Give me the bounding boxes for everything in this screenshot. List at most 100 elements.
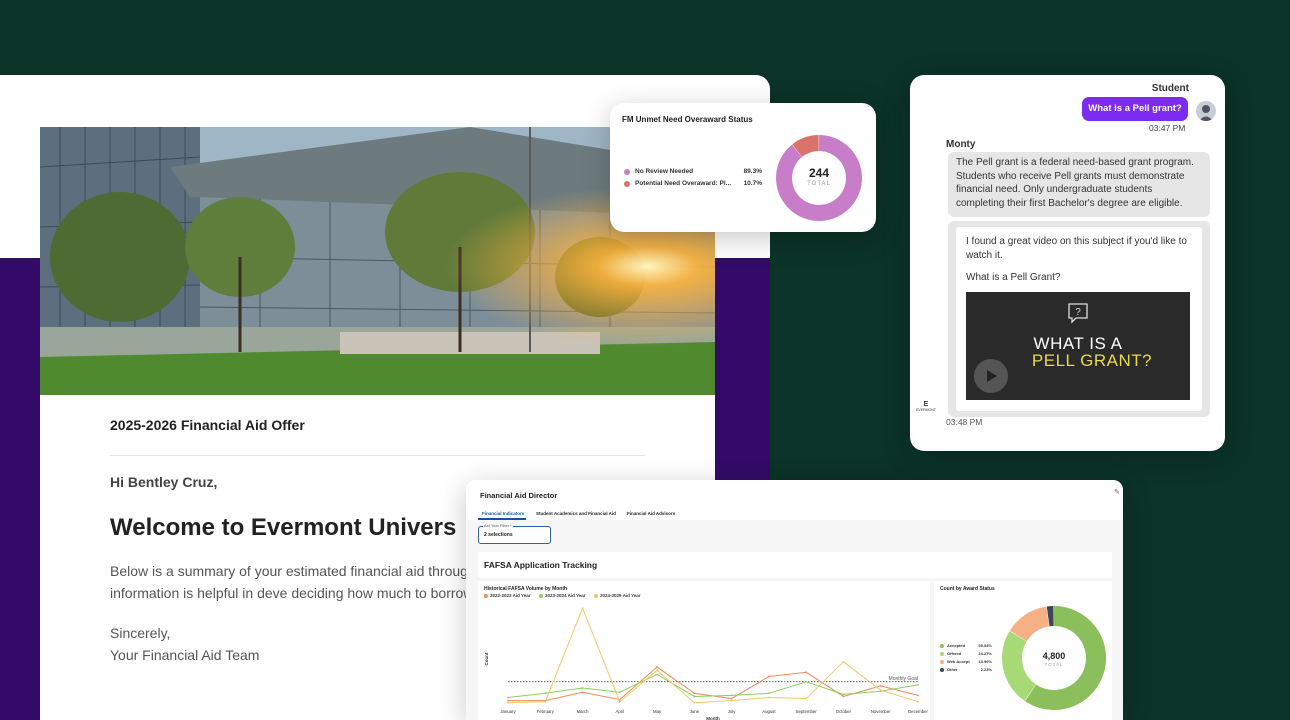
legend-dot bbox=[940, 651, 944, 656]
data-point bbox=[618, 691, 621, 694]
x-axis-label: Month bbox=[706, 716, 720, 720]
offer-title: 2025-2026 Financial Aid Offer bbox=[110, 417, 645, 456]
section-title: FAFSA Application Tracking bbox=[484, 560, 598, 570]
svg-text:?: ? bbox=[1075, 307, 1081, 318]
data-point bbox=[842, 695, 845, 698]
data-point bbox=[842, 660, 845, 663]
financial-aid-dashboard: Financial Aid Director Financial Indicat… bbox=[466, 480, 1123, 720]
legend-dot bbox=[940, 667, 944, 672]
data-point bbox=[842, 693, 845, 696]
tab-student-academics[interactable]: Student Academics and Financial Aid bbox=[536, 511, 616, 516]
award-donut-slice bbox=[1009, 606, 1050, 642]
data-point bbox=[656, 669, 658, 672]
video-intro-text: I found a great video on this subject if… bbox=[966, 236, 1187, 261]
fm-legend-item[interactable]: No Review Needed 89.3% bbox=[624, 168, 762, 175]
fm-donut-slice bbox=[792, 135, 820, 158]
fm-legend-item[interactable]: Potential Need Overaward: Pl... 10.7% bbox=[624, 180, 762, 187]
aid-year-filter[interactable]: Aid Year Filter * 2 selections bbox=[478, 523, 551, 544]
data-point bbox=[805, 697, 808, 700]
video-caption-line2: PELL GRANT? bbox=[1031, 351, 1153, 370]
legend-dot bbox=[624, 180, 630, 187]
data-point bbox=[730, 697, 733, 700]
award-total-value: 4,800 bbox=[1042, 651, 1066, 661]
pencil-icon[interactable]: ✎ bbox=[1114, 488, 1120, 496]
bot-message: The Pell grant is a federal need-based g… bbox=[948, 152, 1210, 217]
x-tick-label: February bbox=[537, 709, 555, 714]
award-legend-item[interactable]: Offered 24.27% bbox=[940, 651, 992, 656]
data-point bbox=[693, 701, 696, 704]
award-total-label: TOTAL bbox=[1044, 662, 1064, 667]
bot-name: Monty bbox=[946, 139, 976, 150]
legend-pct: 10.7% bbox=[743, 180, 762, 187]
x-tick-label: January bbox=[500, 709, 516, 714]
legend-pct: 24.27% bbox=[978, 651, 992, 656]
data-point bbox=[581, 607, 584, 610]
data-point bbox=[917, 700, 919, 703]
legend-label: Potential Need Overaward: Pl... bbox=[635, 180, 732, 187]
x-tick-label: September bbox=[796, 709, 818, 714]
student-label: Student bbox=[1151, 83, 1189, 94]
fafsa-section-header: FAFSA Application Tracking bbox=[478, 552, 1112, 578]
x-tick-label: October bbox=[836, 709, 852, 714]
legend-pct: 2.23% bbox=[980, 667, 992, 672]
legend-pct: 13.96% bbox=[978, 659, 992, 664]
bot-video-message: I found a great video on this subject if… bbox=[948, 221, 1210, 417]
data-point bbox=[693, 695, 696, 698]
data-point bbox=[805, 671, 808, 674]
award-legend-item[interactable]: Other 2.23% bbox=[940, 667, 992, 672]
legend-label: Offered bbox=[947, 651, 962, 656]
y-axis-label: Count bbox=[484, 652, 489, 665]
legend-dot bbox=[624, 168, 630, 175]
data-point bbox=[879, 689, 882, 692]
legend-label: Web Accept bbox=[947, 659, 970, 664]
data-point bbox=[768, 675, 770, 678]
data-point bbox=[805, 680, 808, 683]
data-point bbox=[581, 687, 584, 689]
award-legend-item[interactable]: Web Accept 13.96% bbox=[940, 659, 992, 664]
data-point bbox=[507, 701, 509, 704]
chat-widget: Student 03:47 PM Monty The Pell grant is… bbox=[910, 75, 1225, 451]
fm-card-title: FM Unmet Need Overaward Status bbox=[622, 115, 753, 124]
user-message-time: 03:47 PM bbox=[1149, 123, 1186, 133]
series-line bbox=[507, 606, 919, 704]
data-point bbox=[544, 692, 547, 695]
user-avatar bbox=[1196, 101, 1216, 121]
filter-value: 2 selections bbox=[484, 532, 513, 538]
question-icon: ? bbox=[1068, 303, 1088, 324]
legend-label: Other bbox=[947, 667, 958, 672]
data-point bbox=[693, 692, 696, 695]
play-button[interactable] bbox=[974, 359, 1008, 393]
award-legend-item[interactable]: Accepted 59.54% bbox=[940, 643, 992, 648]
data-point bbox=[917, 684, 919, 686]
legend-pct: 59.54% bbox=[978, 643, 992, 648]
x-tick-label: December bbox=[908, 709, 928, 714]
x-tick-label: April bbox=[616, 709, 625, 714]
dashboard-header: Financial Aid Director Financial Indicat… bbox=[466, 480, 1123, 520]
legend-label: Accepted bbox=[947, 643, 966, 648]
video-title: What is a Pell Grant? bbox=[966, 272, 1061, 283]
data-point bbox=[507, 696, 509, 699]
x-tick-label: August bbox=[762, 709, 776, 714]
data-point bbox=[768, 696, 770, 699]
dashboard-title: Financial Aid Director bbox=[480, 491, 558, 500]
legend-pct: 89.3% bbox=[743, 168, 762, 175]
filter-label: Aid Year Filter * bbox=[483, 523, 513, 528]
x-tick-label: May bbox=[653, 709, 662, 714]
x-tick-label: June bbox=[690, 709, 700, 714]
fm-overaward-card: FM Unmet Need Overaward Status No Review… bbox=[610, 103, 876, 232]
fm-total-value: 244 bbox=[808, 166, 830, 180]
tab-financial-aid-advisors[interactable]: Financial Aid Advisors bbox=[627, 511, 675, 516]
monthly-goal-label: Monthly Goal bbox=[889, 676, 918, 682]
fafsa-line-chart: Count Monthly Goal January February March Apr… bbox=[484, 606, 928, 720]
data-point bbox=[618, 700, 621, 703]
x-tick-label: March bbox=[577, 709, 590, 714]
data-point bbox=[730, 694, 733, 697]
video-player[interactable]: ? WHAT IS A PELL GRANT? bbox=[966, 292, 1190, 400]
legend-dot bbox=[940, 659, 944, 664]
video-card: I found a great video on this subject if… bbox=[956, 227, 1202, 411]
x-tick-label: November bbox=[871, 709, 891, 714]
tab-financial-indicators[interactable]: Financial Indicators bbox=[482, 511, 524, 516]
x-tick-label: July bbox=[728, 709, 736, 714]
user-message: What is a Pell grant? bbox=[1082, 97, 1188, 121]
evermont-logo: E EVERMONT bbox=[916, 401, 936, 412]
